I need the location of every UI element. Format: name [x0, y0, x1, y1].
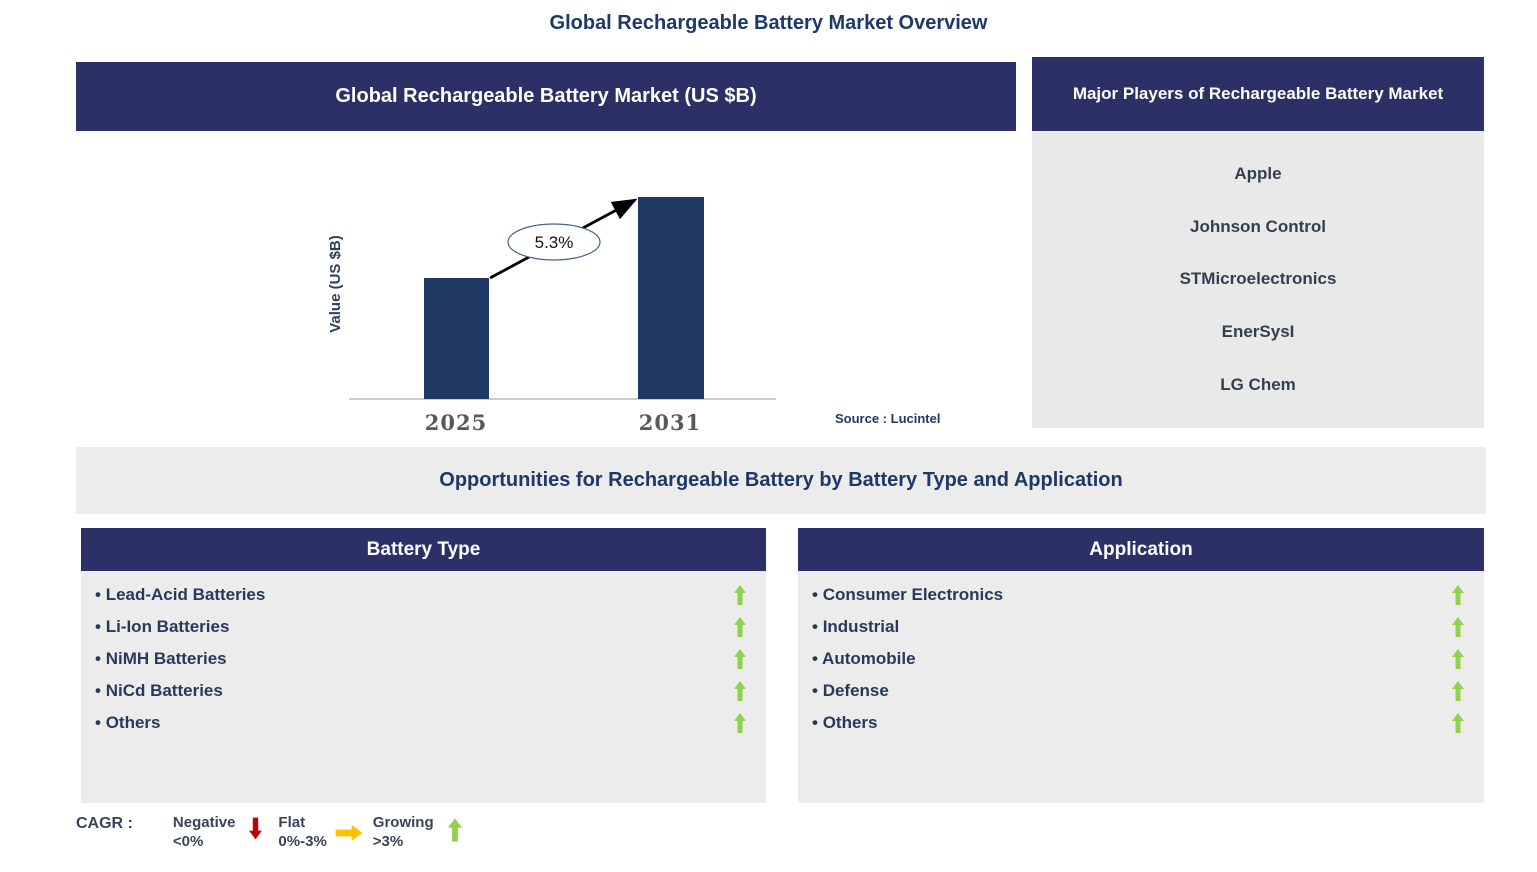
growing-up-arrow-icon	[734, 681, 746, 701]
legend-entry-growing: Growing >3%	[373, 813, 478, 851]
list-item: Lead-Acid Batteries	[81, 579, 766, 611]
page-title: Global Rechargeable Battery Market Overv…	[549, 12, 988, 34]
list-item-label: Others	[812, 713, 878, 733]
legend-entry-text: Flat 0%-3%	[278, 813, 326, 851]
y-axis-label: Value (US $B)	[327, 235, 344, 333]
battery-type-panel: Battery Type Lead-Acid Batteries Li-Ion …	[81, 528, 766, 803]
player-name: STMicroelectronics	[1179, 269, 1337, 289]
list-item-label: Automobile	[812, 649, 916, 669]
list-item: Li-Ion Batteries	[81, 611, 766, 643]
list-item: Defense	[798, 675, 1484, 707]
legend-entry-range: >3%	[372, 833, 404, 850]
flat-right-arrow-icon	[335, 825, 363, 841]
market-bar-chart: Value (US $B) 5.3% 2025 2031	[327, 197, 776, 435]
source-note: Source : Lucintel	[835, 411, 941, 426]
list-item-label: Others	[95, 713, 161, 733]
x-tick-2025: 2025	[425, 410, 487, 435]
bar-2031	[638, 197, 704, 399]
legend-entry-text: Negative <0%	[173, 813, 236, 851]
growing-up-arrow-icon	[1452, 681, 1464, 701]
list-item-label: Li-Ion Batteries	[95, 617, 230, 637]
list-item: Others	[81, 707, 766, 739]
legend-entry-flat: Flat 0%-3%	[278, 813, 372, 851]
growing-up-arrow-icon	[1452, 713, 1464, 733]
player-name: Apple	[1234, 163, 1282, 183]
growing-up-arrow-icon	[734, 649, 746, 669]
legend-entry-name: Flat	[278, 814, 306, 831]
list-item: Others	[798, 707, 1484, 739]
list-item: NiMH Batteries	[81, 643, 766, 675]
growing-up-arrow-icon	[1452, 585, 1464, 605]
list-item: Automobile	[798, 643, 1484, 675]
battery-type-list: Lead-Acid Batteries Li-Ion Batteries NiM…	[81, 571, 766, 803]
list-item-label: Lead-Acid Batteries	[95, 585, 266, 605]
chart-panel-header: Global Rechargeable Battery Market (US $…	[76, 62, 1016, 131]
list-item: Consumer Electronics	[798, 579, 1484, 611]
bar-2025	[424, 278, 489, 399]
player-name: LG Chem	[1220, 375, 1296, 395]
x-tick-2031: 2031	[639, 410, 701, 435]
growing-up-arrow-icon	[734, 713, 746, 733]
legend-entry-range: 0%-3%	[278, 833, 327, 850]
list-item: NiCd Batteries	[81, 675, 766, 707]
battery-type-header: Battery Type	[81, 528, 766, 571]
application-list: Consumer Electronics Industrial Automobi…	[798, 571, 1484, 803]
list-item: Industrial	[798, 611, 1484, 643]
cagr-legend-label: CAGR :	[76, 815, 133, 832]
major-players-list: Apple Johnson Control STMicroelectronics…	[1032, 131, 1484, 428]
list-item-label: Industrial	[812, 617, 900, 637]
player-name: Johnson Control	[1190, 216, 1326, 236]
major-players-header: Major Players of Rechargeable Battery Ma…	[1032, 57, 1484, 131]
opportunities-title: Opportunities for Rechargeable Battery b…	[76, 447, 1486, 514]
cagr-legend: CAGR : Negative <0% Flat 0%-3% Growing >…	[76, 813, 478, 851]
player-name: EnerSysI	[1221, 322, 1295, 342]
growing-up-arrow-icon	[1452, 649, 1464, 669]
list-item-label: Consumer Electronics	[812, 585, 1003, 605]
cagr-callout-value: 5.3%	[535, 233, 574, 252]
growing-up-arrow-icon	[1452, 617, 1464, 637]
list-item-label: Defense	[812, 681, 889, 701]
application-panel: Application Consumer Electronics Industr…	[798, 528, 1484, 803]
list-item-label: NiCd Batteries	[95, 681, 223, 701]
growing-up-arrow-icon	[447, 818, 462, 842]
infographic-canvas: Global Rechargeable Battery Market Overv…	[0, 0, 1537, 872]
major-players-panel: Major Players of Rechargeable Battery Ma…	[1032, 57, 1484, 428]
legend-entry-range: <0%	[172, 833, 204, 850]
legend-entry-text: Growing >3%	[373, 813, 434, 851]
list-item-label: NiMH Batteries	[95, 649, 227, 669]
negative-down-arrow-icon	[249, 817, 263, 840]
legend-entry-name: Negative	[172, 814, 236, 831]
application-header: Application	[798, 528, 1484, 571]
growing-up-arrow-icon	[734, 585, 746, 605]
legend-entry-name: Growing	[372, 814, 434, 831]
legend-entry-negative: Negative <0%	[173, 813, 279, 851]
growing-up-arrow-icon	[734, 617, 746, 637]
